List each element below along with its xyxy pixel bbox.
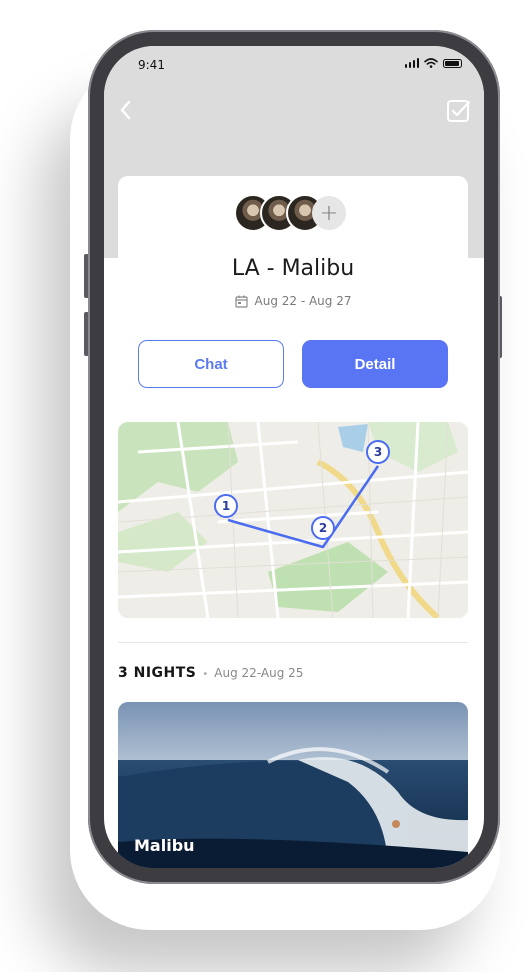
trip-title: LA - Malibu bbox=[231, 256, 355, 281]
map-marker-1[interactable]: 1 bbox=[214, 494, 238, 518]
stay-header: 3 NIGHTS • Aug 22-Aug 25 bbox=[118, 665, 303, 681]
marker-label: 1 bbox=[221, 499, 231, 513]
plus-icon: + bbox=[319, 200, 339, 226]
dot-separator: • bbox=[202, 669, 209, 680]
phone-screen: 9:41 + LA - Malibu Aug 22 - Aug 27 Chat … bbox=[104, 46, 484, 868]
battery-icon bbox=[443, 59, 462, 68]
destination-title: Malibu bbox=[134, 836, 195, 855]
route-map[interactable]: 1 2 3 bbox=[118, 422, 468, 618]
trip-dates: Aug 22 - Aug 27 bbox=[118, 294, 468, 308]
destination-card[interactable]: Malibu bbox=[118, 702, 468, 868]
signal-icon bbox=[404, 58, 419, 68]
nights-label: 3 NIGHTS bbox=[118, 665, 197, 681]
map-marker-2[interactable]: 2 bbox=[311, 516, 335, 540]
trip-dates-text: Aug 22 - Aug 27 bbox=[254, 294, 352, 308]
wifi-icon bbox=[424, 58, 438, 68]
map-marker-3[interactable]: 3 bbox=[366, 440, 390, 464]
detail-button[interactable]: Detail bbox=[302, 340, 448, 388]
chevron-left-icon[interactable] bbox=[114, 96, 138, 124]
status-icons bbox=[404, 58, 462, 68]
nights-dates: Aug 22-Aug 25 bbox=[214, 666, 304, 680]
status-time: 9:41 bbox=[138, 58, 165, 72]
trip-card: + LA - Malibu Aug 22 - Aug 27 Chat Detai… bbox=[118, 176, 468, 406]
marker-label: 2 bbox=[318, 521, 328, 535]
add-member-button[interactable]: + bbox=[312, 196, 346, 230]
member-avatars: + bbox=[234, 194, 354, 232]
divider bbox=[118, 642, 468, 643]
marker-label: 3 bbox=[373, 445, 383, 459]
checkbox-edit-icon[interactable] bbox=[446, 98, 472, 124]
map-canvas bbox=[118, 422, 468, 618]
chat-button[interactable]: Chat bbox=[138, 340, 284, 388]
calendar-icon bbox=[234, 295, 248, 308]
